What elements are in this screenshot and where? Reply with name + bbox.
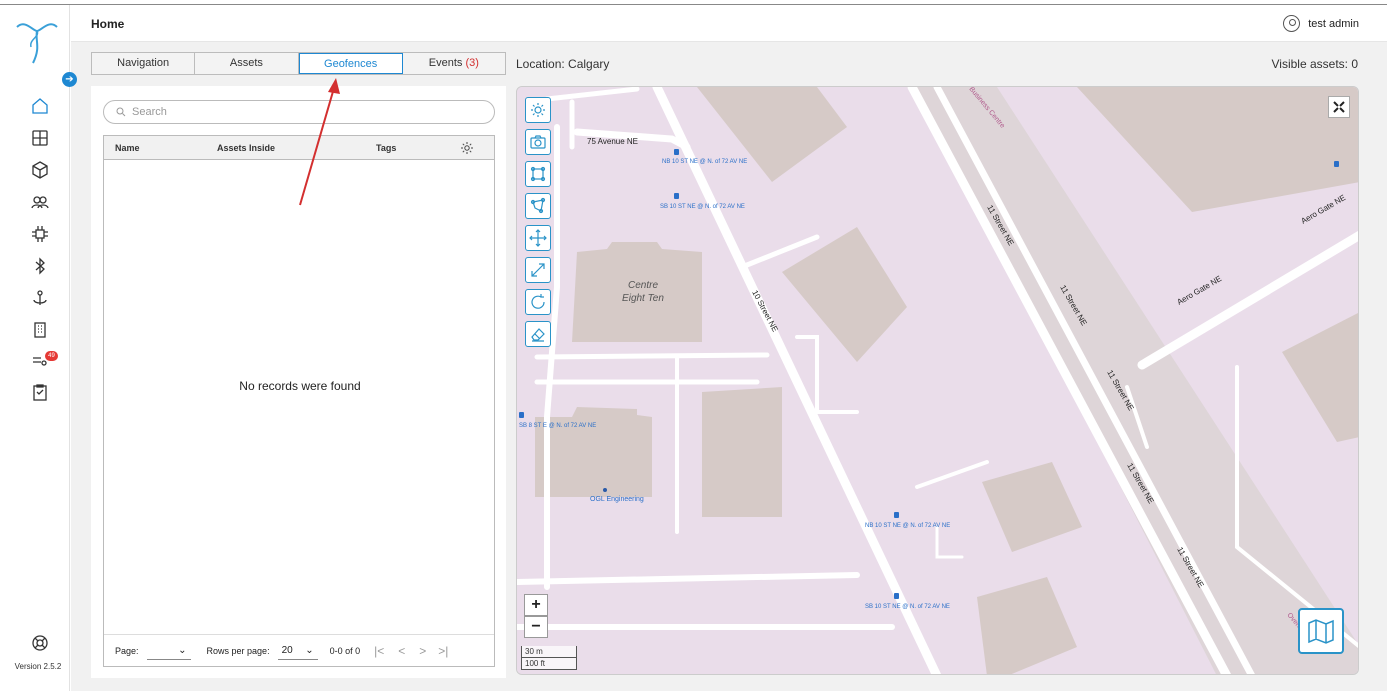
- main-content: Navigation Assets Geofences Events (3) L…: [71, 42, 1387, 691]
- label-stop-nb-top: NB 10 ST NE @ N. of 72 AV NE: [662, 159, 747, 165]
- ogl-marker: [603, 488, 607, 492]
- map-camera-button[interactable]: [525, 129, 551, 155]
- chip-icon[interactable]: [28, 222, 52, 246]
- search-icon: [116, 107, 126, 117]
- label-stop-sb-top: SB 10 ST NE @ N. of 72 AV NE: [660, 204, 745, 210]
- alerts-badge: 49: [45, 351, 58, 361]
- map-layers-icon: [1308, 619, 1334, 644]
- rows-per-page-select[interactable]: 20 ⌄: [277, 642, 318, 660]
- app-logo[interactable]: [15, 17, 59, 67]
- rows-per-page-label: Rows per page:: [206, 645, 270, 656]
- dashboard-icon[interactable]: [28, 126, 52, 150]
- building-icon[interactable]: [28, 318, 52, 342]
- empty-message: No records were found: [239, 379, 361, 393]
- fullscreen-icon: [1333, 101, 1345, 113]
- label-stop-nb-bottom: NB 10 ST NE @ N. of 72 AV NE: [865, 523, 950, 529]
- page-range: 0-0 of 0: [329, 645, 361, 656]
- support-icon[interactable]: [28, 631, 52, 655]
- page-label: Page:: [115, 645, 139, 656]
- bluetooth-icon[interactable]: [28, 254, 52, 278]
- polygon-draw-icon: [530, 197, 546, 214]
- resize-button[interactable]: [525, 257, 551, 283]
- version-label: Version 2.5.2: [14, 662, 62, 671]
- tab-navigation[interactable]: Navigation: [92, 53, 196, 74]
- scale-metric: 30 m: [521, 646, 577, 658]
- map-canvas[interactable]: 75 Avenue NE Centre Eight Ten 10 Street …: [517, 87, 1359, 675]
- user-name: test admin: [1308, 17, 1359, 30]
- page-title: Home: [91, 17, 125, 31]
- bus-stop-icon[interactable]: [519, 412, 524, 418]
- annotation-arrow: [299, 78, 340, 206]
- label-stop-sb8: SB 8 ST E @ N. of 72 AV NE: [519, 423, 596, 429]
- map-layers-button[interactable]: [1298, 608, 1344, 654]
- clipboard-icon[interactable]: [28, 380, 52, 404]
- bus-stop-icon[interactable]: [894, 512, 899, 518]
- camera-icon: [530, 135, 546, 149]
- last-page-icon[interactable]: >|: [438, 644, 448, 658]
- home-icon[interactable]: [28, 94, 52, 118]
- anchor-icon[interactable]: [28, 286, 52, 310]
- tab-assets[interactable]: Assets: [195, 53, 299, 74]
- geofence-table: Name Assets Inside Tags No records were …: [103, 135, 495, 667]
- chevron-down-icon: ⌄: [178, 644, 187, 656]
- eraser-icon: [531, 328, 545, 342]
- zoom-out-button[interactable]: −: [524, 616, 548, 638]
- fullscreen-button[interactable]: [1328, 96, 1350, 118]
- rotate-button[interactable]: [525, 289, 551, 315]
- move-button[interactable]: [525, 225, 551, 251]
- visible-assets-label: Visible assets: 0: [1271, 57, 1359, 71]
- user-menu[interactable]: test admin: [1283, 15, 1359, 32]
- bus-stop-icon[interactable]: [894, 593, 899, 599]
- tab-events-label: Events: [428, 57, 463, 69]
- prev-page-icon[interactable]: <: [398, 644, 405, 658]
- draw-rectangle-button[interactable]: [525, 161, 551, 187]
- page-select[interactable]: ⌄: [146, 642, 191, 660]
- map[interactable]: 75 Avenue NE Centre Eight Ten 10 Street …: [516, 86, 1359, 675]
- chevron-down-icon: ⌄: [305, 644, 314, 656]
- rotate-icon: [531, 294, 545, 309]
- label-ogl: OGL Engineering: [590, 496, 644, 503]
- eraser-button[interactable]: [525, 321, 551, 347]
- sidebar: 49 Version 2.5.2: [0, 5, 70, 691]
- label-stop-sb-bottom: SB 10 ST NE @ N. of 72 AV NE: [865, 604, 950, 610]
- first-page-icon[interactable]: |<: [374, 644, 384, 658]
- draw-polygon-button[interactable]: [525, 193, 551, 219]
- rectangle-draw-icon: [530, 166, 546, 182]
- zoom-in-button[interactable]: +: [524, 594, 548, 616]
- map-settings-button[interactable]: [525, 97, 551, 123]
- rows-per-page-value: 20: [281, 644, 293, 656]
- top-header: Home test admin: [71, 5, 1387, 42]
- bus-stop-icon[interactable]: [674, 149, 679, 155]
- column-tags[interactable]: Tags: [376, 143, 396, 153]
- column-name[interactable]: Name: [115, 143, 140, 153]
- bus-stop-icon[interactable]: [674, 193, 679, 199]
- sidebar-toggle-button[interactable]: ➔: [62, 72, 77, 87]
- label-75-avenue: 75 Avenue NE: [587, 137, 638, 146]
- label-centre: Centre: [628, 280, 658, 291]
- user-icon: [1283, 15, 1301, 32]
- tab-events[interactable]: Events (3): [403, 53, 505, 74]
- tab-events-count: (3): [465, 57, 479, 69]
- cube-icon[interactable]: [28, 158, 52, 182]
- label-eight-ten: Eight Ten: [622, 293, 664, 304]
- location-label: Location: Calgary: [516, 57, 610, 71]
- column-assets-inside[interactable]: Assets Inside: [217, 143, 275, 153]
- settings-tool-icon: [531, 103, 545, 117]
- next-page-icon[interactable]: >: [419, 644, 426, 658]
- resize-icon: [531, 263, 545, 277]
- move-icon: [529, 229, 547, 247]
- bus-stop-icon[interactable]: [1334, 161, 1339, 167]
- users-icon[interactable]: [28, 190, 52, 214]
- scale-imperial: 100 ft: [521, 658, 577, 670]
- column-settings-icon[interactable]: [460, 141, 474, 155]
- pagination: Page: ⌄ Rows per page: 20 ⌄ 0-0 of 0 |< <…: [104, 634, 494, 666]
